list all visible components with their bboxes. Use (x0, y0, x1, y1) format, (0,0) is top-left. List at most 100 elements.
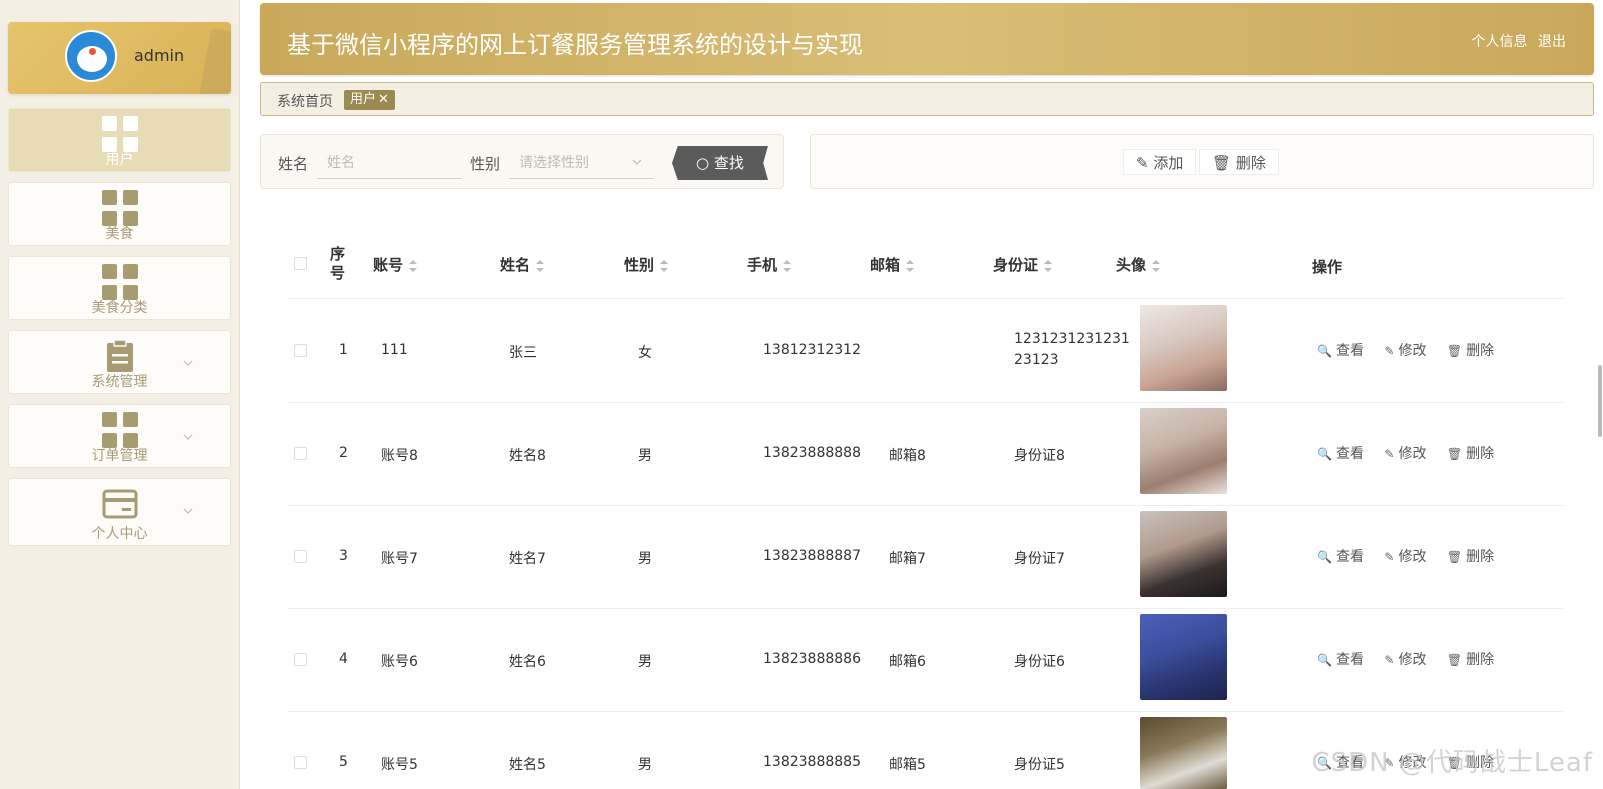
delete-button[interactable]: 🗑 删除 (1199, 149, 1279, 175)
delete-button[interactable]: 🗑 删除 (1447, 446, 1494, 462)
edit-button[interactable]: ✎ 修改 (1384, 343, 1426, 359)
scrollbar[interactable] (1598, 365, 1602, 437)
header-label: 账号 (373, 256, 404, 274)
row-checkbox[interactable] (294, 550, 307, 563)
sidebar-item-profile[interactable]: 个人中心 (8, 478, 231, 546)
sidebar-item-users[interactable]: 用户 (8, 108, 231, 172)
sort-icon[interactable] (906, 259, 915, 272)
header-id-card[interactable]: 身份证 (993, 254, 1053, 275)
grid-icon (101, 190, 138, 226)
sort-icon[interactable] (536, 259, 545, 272)
view-button[interactable]: 🔍 查看 (1317, 446, 1364, 462)
tab-users[interactable]: 用户 ✕ (344, 90, 395, 110)
delete-label: 删除 (1466, 343, 1495, 359)
cell-email: 邮箱8 (889, 448, 926, 464)
sort-icon[interactable] (1152, 259, 1161, 272)
avatar-image[interactable] (1140, 305, 1227, 391)
header-links: 个人信息 退出 (1466, 31, 1566, 51)
header-index[interactable]: 序号 (330, 245, 346, 283)
close-icon[interactable]: ✕ (378, 92, 389, 107)
header-email[interactable]: 邮箱 (870, 254, 915, 275)
avatar-image[interactable] (1140, 717, 1227, 789)
sort-icon[interactable] (783, 259, 792, 272)
row-checkbox[interactable] (294, 653, 307, 666)
avatar-image[interactable] (1140, 614, 1227, 700)
sort-icon[interactable] (409, 259, 418, 272)
header-phone[interactable]: 手机 (747, 254, 792, 275)
view-button[interactable]: 🔍 查看 (1317, 343, 1364, 359)
cell-id-card: 1231231231231 (1014, 331, 1130, 347)
cell-account: 账号5 (381, 757, 418, 773)
header-account[interactable]: 账号 (373, 254, 418, 275)
edit-button[interactable]: ✎ 修改 (1384, 549, 1426, 565)
header-gender[interactable]: 性别 (624, 254, 669, 275)
row-checkbox[interactable] (294, 756, 307, 769)
search-icon: 🔍 (1317, 344, 1332, 358)
row-actions: 🔍 查看 ✎ 修改 🗑 删除 (1317, 546, 1510, 566)
sidebar-item-food[interactable]: 美食 (8, 182, 231, 246)
cell-gender: 女 (638, 345, 652, 361)
sidebar-item-label: 用户 (105, 152, 134, 168)
row-actions: 🔍 查看 ✎ 修改 🗑 删除 (1317, 340, 1510, 360)
sidebar-item-orders[interactable]: 订单管理 (8, 404, 231, 468)
cell-account: 111 (381, 342, 408, 358)
cell-phone: 13823888887 (763, 548, 861, 564)
edit-button[interactable]: ✎ 修改 (1384, 446, 1426, 462)
row-checkbox[interactable] (294, 447, 307, 460)
cell-name: 姓名5 (509, 757, 546, 773)
sort-icon[interactable] (1044, 259, 1053, 272)
delete-button[interactable]: 🗑 删除 (1447, 343, 1494, 359)
sidebar-item-system[interactable]: 系统管理 (8, 330, 231, 394)
delete-label: 删除 (1466, 652, 1495, 668)
row-actions: 🔍 查看 ✎ 修改 🗑 删除 (1317, 649, 1510, 669)
user-name: admin (134, 46, 185, 65)
delete-button[interactable]: 🗑 删除 (1447, 549, 1494, 565)
cell-index: 2 (339, 445, 348, 461)
sidebar-item-food-category[interactable]: 美食分类 (8, 256, 231, 320)
logout-link[interactable]: 退出 (1538, 34, 1566, 50)
delete-button[interactable]: 🗑 删除 (1447, 652, 1494, 668)
search-icon: 🔍 (1317, 653, 1332, 667)
cell-name: 姓名6 (509, 654, 546, 670)
cell-gender: 男 (638, 551, 652, 567)
table-row: 1 111 张三 女 13812312312 1231231231231 231… (287, 300, 1564, 403)
search-button[interactable]: ○ 查找 (672, 146, 768, 180)
cell-gender: 男 (638, 448, 652, 464)
header-label: 姓名 (500, 256, 531, 274)
clipboard-icon (106, 339, 133, 372)
profile-link[interactable]: 个人信息 (1472, 34, 1528, 50)
sort-icon[interactable] (660, 259, 669, 272)
avatar[interactable] (65, 30, 117, 82)
cell-account: 账号6 (381, 654, 418, 670)
header-avatar[interactable]: 头像 (1116, 254, 1161, 275)
cell-index: 3 (339, 548, 348, 564)
add-button[interactable]: ✎ 添加 (1123, 149, 1197, 175)
view-button[interactable]: 🔍 查看 (1317, 652, 1364, 668)
row-checkbox[interactable] (294, 344, 307, 357)
delete-button-label: 删除 (1235, 154, 1266, 172)
cell-email: 邮箱6 (889, 654, 926, 670)
watermark: CSDN @代码战士Leaf (1311, 748, 1593, 778)
edit-button[interactable]: ✎ 修改 (1384, 652, 1426, 668)
avatar-image[interactable] (1140, 511, 1227, 597)
grid-icon (101, 264, 138, 300)
view-label: 查看 (1335, 549, 1364, 565)
select-all-checkbox[interactable] (294, 257, 307, 270)
user-card: admin (8, 22, 231, 94)
header-name[interactable]: 姓名 (500, 254, 545, 275)
header-label: 头像 (1116, 256, 1147, 274)
row-actions: 🔍 查看 ✎ 修改 🗑 删除 (1317, 443, 1510, 463)
trash-icon: 🗑 (1446, 550, 1463, 564)
edit-label: 修改 (1398, 652, 1427, 668)
cell-index: 1 (339, 342, 348, 358)
tab-label: 用户 (350, 92, 377, 107)
table-row: 3 账号7 姓名7 男 13823888887 邮箱7 身份证7 🔍 查看 ✎ 修改… (287, 506, 1564, 609)
chevron-down-icon (183, 434, 193, 440)
name-input[interactable] (317, 147, 461, 179)
trash-icon: 🗑 (1212, 154, 1232, 172)
avatar-image[interactable] (1140, 408, 1227, 494)
tab-home[interactable]: 系统首页 (277, 91, 333, 111)
edit-label: 修改 (1398, 343, 1427, 359)
cell-id-card: 身份证8 (1014, 448, 1065, 464)
view-button[interactable]: 🔍 查看 (1317, 549, 1364, 565)
